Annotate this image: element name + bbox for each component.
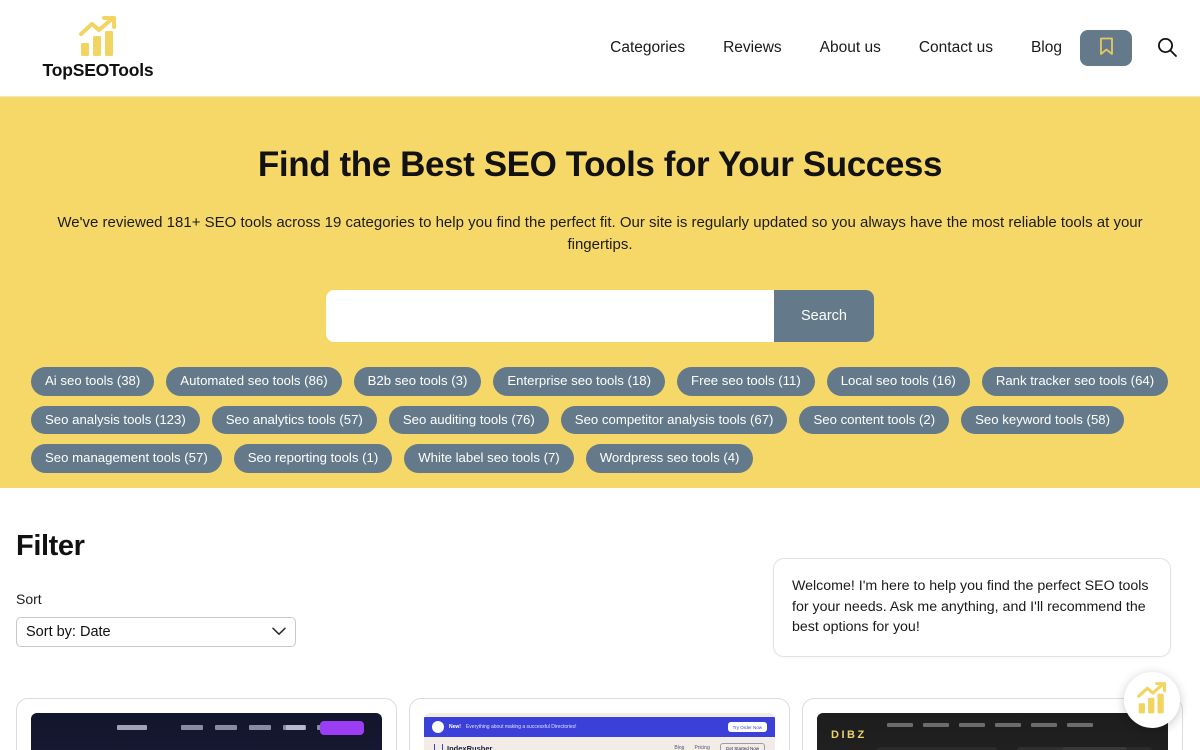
chat-welcome-text: Welcome! I'm here to help you find the p… <box>792 578 1149 636</box>
category-pill[interactable]: Free seo tools (11) <box>677 367 815 396</box>
search-icon <box>1156 36 1178 61</box>
thumb-login <box>286 725 306 730</box>
nav-item-blog[interactable]: Blog <box>1031 39 1062 57</box>
thumb-banner-badge: New! <box>449 724 461 730</box>
tool-card[interactable]: New! Everything about making a successfu… <box>409 698 790 750</box>
sort-control: Sort by: Date Sort by: Name Sort by: Rat… <box>16 617 296 647</box>
category-pill[interactable]: Seo analysis tools (123) <box>31 405 200 435</box>
category-pill[interactable]: White label seo tools (7) <box>404 444 574 473</box>
thumb-avatar <box>432 721 444 733</box>
tool-card-thumbnail <box>31 713 382 750</box>
thumb-brand-mark-icon <box>434 743 443 750</box>
bookmark-icon <box>1099 37 1114 59</box>
chart-growth-icon <box>1134 682 1170 718</box>
hero-subtitle: We've reviewed 181+ SEO tools across 19 … <box>57 214 1143 254</box>
category-pill[interactable]: Wordpress seo tools (4) <box>585 444 754 473</box>
nav-item-reviews[interactable]: Reviews <box>723 39 782 57</box>
thumb-banner: New! Everything about making a successfu… <box>424 717 775 737</box>
chat-welcome-bubble: Welcome! I'm here to help you find the p… <box>773 558 1171 658</box>
thumb-nav: Blog Pricing Get Started Now <box>674 742 765 750</box>
hero-section: Find the Best SEO Tools for Your Success… <box>0 97 1200 488</box>
site-header: TopSEOTools Categories Reviews About us … <box>0 0 1200 97</box>
nav-item-about-us[interactable]: About us <box>820 39 881 57</box>
thumb-nav <box>887 723 1156 727</box>
category-pill[interactable]: Automated seo tools (86) <box>166 367 342 396</box>
tool-card-grid: New! Everything about making a successfu… <box>16 698 1184 750</box>
main-nav: Categories Reviews About us Contact us B… <box>178 39 1080 57</box>
thumb-brand-name: DIBZ <box>831 729 867 741</box>
brand-logo[interactable]: TopSEOTools <box>18 15 178 81</box>
header-actions <box>1080 30 1180 66</box>
thumb-logo <box>117 725 147 730</box>
nav-item-categories[interactable]: Categories <box>610 39 685 57</box>
page-root: TopSEOTools Categories Reviews About us … <box>0 0 1200 750</box>
category-pill[interactable]: Seo content tools (2) <box>799 405 950 435</box>
search-submit-button[interactable]: Search <box>774 290 874 343</box>
thumb-cta <box>320 721 364 735</box>
category-pill[interactable]: B2b seo tools (3) <box>353 367 482 396</box>
tool-card-thumbnail: DIBZ <box>817 713 1168 750</box>
thumb-nav-pricing: Pricing <box>694 745 710 750</box>
thumb-nav-blog: Blog <box>674 745 685 750</box>
chart-growth-icon <box>75 15 121 58</box>
thumb-nav-cta: Get Started Now <box>719 742 765 750</box>
sort-select[interactable]: Sort by: Date Sort by: Name Sort by: Rat… <box>16 617 296 647</box>
tool-card-thumbnail: New! Everything about making a successfu… <box>424 713 775 750</box>
thumb-nav <box>181 725 339 730</box>
header-search-button[interactable] <box>1154 35 1180 61</box>
category-pill[interactable]: Seo analytics tools (57) <box>211 405 377 435</box>
page-title: Find the Best SEO Tools for Your Success <box>257 145 943 184</box>
category-pill[interactable]: Local seo tools (16) <box>826 367 970 396</box>
category-pill[interactable]: Seo management tools (57) <box>31 444 222 473</box>
category-pill-list: Ai seo tools (38) Automated seo tools (8… <box>15 367 1185 473</box>
thumb-banner-cta: Try Order Now <box>727 722 767 732</box>
category-pill[interactable]: Seo reporting tools (1) <box>233 444 393 473</box>
category-pill[interactable]: Rank tracker seo tools (64) <box>981 367 1169 396</box>
category-pill[interactable]: Ai seo tools (38) <box>31 367 155 396</box>
hero-search-bar: Search <box>326 290 874 343</box>
category-pill[interactable]: Seo auditing tools (76) <box>388 405 549 435</box>
search-input[interactable] <box>326 290 774 343</box>
chat-launcher-button[interactable] <box>1124 672 1180 728</box>
nav-item-contact-us[interactable]: Contact us <box>919 39 993 57</box>
category-pill[interactable]: Seo keyword tools (58) <box>961 405 1125 435</box>
category-pill[interactable]: Seo competitor analysis tools (67) <box>560 405 788 435</box>
thumb-banner-text: Everything about making a successful Dir… <box>465 724 577 730</box>
category-pill[interactable]: Enterprise seo tools (18) <box>493 367 666 396</box>
thumb-topbar: IndexRusher Blog Pricing Get Started Now <box>424 737 775 750</box>
bookmarks-button[interactable] <box>1080 30 1132 66</box>
brand-name: TopSEOTools <box>42 59 154 80</box>
tool-card[interactable] <box>16 698 397 750</box>
thumb-brand-name: IndexRusher <box>447 743 493 750</box>
